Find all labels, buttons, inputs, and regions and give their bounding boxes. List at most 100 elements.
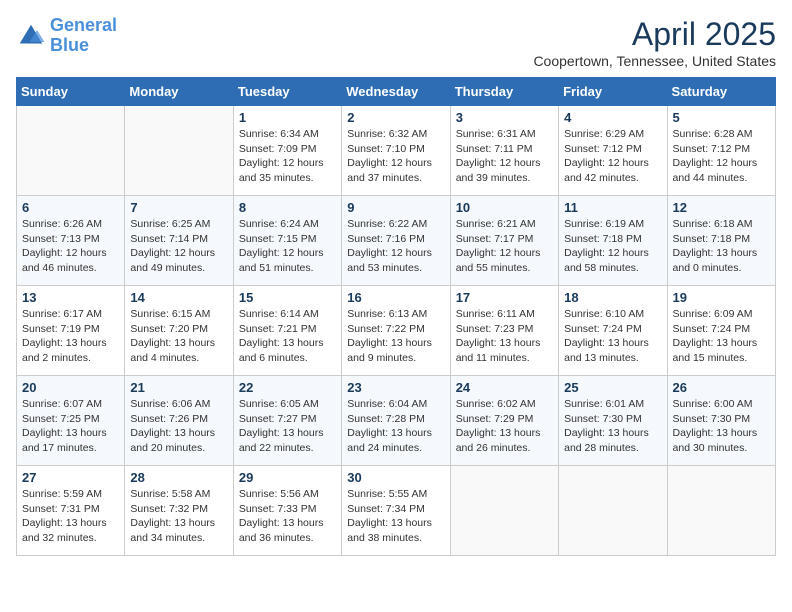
calendar-week-row: 20Sunrise: 6:07 AM Sunset: 7:25 PM Dayli… xyxy=(17,376,776,466)
day-number: 29 xyxy=(239,470,336,485)
day-info: Sunrise: 6:05 AM Sunset: 7:27 PM Dayligh… xyxy=(239,397,336,456)
weekday-header: Sunday xyxy=(17,78,125,106)
logo-text: General Blue xyxy=(50,16,117,56)
day-number: 9 xyxy=(347,200,444,215)
day-number: 23 xyxy=(347,380,444,395)
day-info: Sunrise: 6:01 AM Sunset: 7:30 PM Dayligh… xyxy=(564,397,661,456)
day-number: 10 xyxy=(456,200,553,215)
day-info: Sunrise: 5:59 AM Sunset: 7:31 PM Dayligh… xyxy=(22,487,119,546)
day-info: Sunrise: 6:04 AM Sunset: 7:28 PM Dayligh… xyxy=(347,397,444,456)
day-info: Sunrise: 6:24 AM Sunset: 7:15 PM Dayligh… xyxy=(239,217,336,276)
calendar-cell: 5 Sunrise: 6:28 AM Sunset: 7:12 PM Daylig… xyxy=(667,106,775,196)
day-number: 1 xyxy=(239,110,336,125)
day-number: 7 xyxy=(130,200,227,215)
calendar-cell: 23 Sunrise: 6:04 AM Sunset: 7:28 PM Dayli… xyxy=(342,376,450,466)
logo-line2: Blue xyxy=(50,35,89,55)
day-info: Sunrise: 6:31 AM Sunset: 7:11 PM Dayligh… xyxy=(456,127,553,186)
day-info: Sunrise: 6:22 AM Sunset: 7:16 PM Dayligh… xyxy=(347,217,444,276)
page-header: General Blue April 2025 Coopertown, Tenn… xyxy=(16,16,776,69)
calendar-cell: 11 Sunrise: 6:19 AM Sunset: 7:18 PM Dayli… xyxy=(559,196,667,286)
day-info: Sunrise: 6:29 AM Sunset: 7:12 PM Dayligh… xyxy=(564,127,661,186)
day-number: 2 xyxy=(347,110,444,125)
weekday-header: Saturday xyxy=(667,78,775,106)
day-number: 26 xyxy=(673,380,770,395)
weekday-header: Tuesday xyxy=(233,78,341,106)
calendar-cell: 28 Sunrise: 5:58 AM Sunset: 7:32 PM Dayli… xyxy=(125,466,233,556)
day-info: Sunrise: 6:15 AM Sunset: 7:20 PM Dayligh… xyxy=(130,307,227,366)
day-info: Sunrise: 6:02 AM Sunset: 7:29 PM Dayligh… xyxy=(456,397,553,456)
calendar-cell: 15 Sunrise: 6:14 AM Sunset: 7:21 PM Dayli… xyxy=(233,286,341,376)
day-info: Sunrise: 6:00 AM Sunset: 7:30 PM Dayligh… xyxy=(673,397,770,456)
day-info: Sunrise: 5:55 AM Sunset: 7:34 PM Dayligh… xyxy=(347,487,444,546)
calendar-table: SundayMondayTuesdayWednesdayThursdayFrid… xyxy=(16,77,776,556)
calendar-cell xyxy=(17,106,125,196)
day-info: Sunrise: 6:21 AM Sunset: 7:17 PM Dayligh… xyxy=(456,217,553,276)
calendar-cell: 2Sunrise: 6:32 AM Sunset: 7:10 PM Daylig… xyxy=(342,106,450,196)
calendar-cell: 6 Sunrise: 6:26 AM Sunset: 7:13 PM Daylig… xyxy=(17,196,125,286)
calendar-cell: 27 Sunrise: 5:59 AM Sunset: 7:31 PM Dayli… xyxy=(17,466,125,556)
day-number: 15 xyxy=(239,290,336,305)
day-number: 12 xyxy=(673,200,770,215)
day-number: 8 xyxy=(239,200,336,215)
calendar-cell: 8 Sunrise: 6:24 AM Sunset: 7:15 PM Daylig… xyxy=(233,196,341,286)
calendar-cell xyxy=(667,466,775,556)
calendar-cell: 24 Sunrise: 6:02 AM Sunset: 7:29 PM Dayli… xyxy=(450,376,558,466)
calendar-cell: 9 Sunrise: 6:22 AM Sunset: 7:16 PM Daylig… xyxy=(342,196,450,286)
day-info: Sunrise: 5:58 AM Sunset: 7:32 PM Dayligh… xyxy=(130,487,227,546)
calendar-cell: 12 Sunrise: 6:18 AM Sunset: 7:18 PM Dayli… xyxy=(667,196,775,286)
day-info: Sunrise: 6:06 AM Sunset: 7:26 PM Dayligh… xyxy=(130,397,227,456)
day-info: Sunrise: 6:25 AM Sunset: 7:14 PM Dayligh… xyxy=(130,217,227,276)
day-number: 5 xyxy=(673,110,770,125)
day-number: 24 xyxy=(456,380,553,395)
day-number: 27 xyxy=(22,470,119,485)
calendar-cell: 25 Sunrise: 6:01 AM Sunset: 7:30 PM Dayli… xyxy=(559,376,667,466)
day-info: Sunrise: 6:18 AM Sunset: 7:18 PM Dayligh… xyxy=(673,217,770,276)
day-info: Sunrise: 6:10 AM Sunset: 7:24 PM Dayligh… xyxy=(564,307,661,366)
day-info: Sunrise: 6:19 AM Sunset: 7:18 PM Dayligh… xyxy=(564,217,661,276)
calendar-cell: 21Sunrise: 6:06 AM Sunset: 7:26 PM Dayli… xyxy=(125,376,233,466)
day-info: Sunrise: 6:26 AM Sunset: 7:13 PM Dayligh… xyxy=(22,217,119,276)
calendar-cell: 26 Sunrise: 6:00 AM Sunset: 7:30 PM Dayli… xyxy=(667,376,775,466)
weekday-header: Wednesday xyxy=(342,78,450,106)
day-number: 13 xyxy=(22,290,119,305)
calendar-week-row: 13 Sunrise: 6:17 AM Sunset: 7:19 PM Dayli… xyxy=(17,286,776,376)
day-number: 11 xyxy=(564,200,661,215)
calendar-cell: 19Sunrise: 6:09 AM Sunset: 7:24 PM Dayli… xyxy=(667,286,775,376)
logo-line1: General xyxy=(50,15,117,35)
calendar-week-row: 6 Sunrise: 6:26 AM Sunset: 7:13 PM Daylig… xyxy=(17,196,776,286)
calendar-cell: 3Sunrise: 6:31 AM Sunset: 7:11 PM Daylig… xyxy=(450,106,558,196)
calendar-cell: 1 Sunrise: 6:34 AM Sunset: 7:09 PM Daylig… xyxy=(233,106,341,196)
day-info: Sunrise: 6:28 AM Sunset: 7:12 PM Dayligh… xyxy=(673,127,770,186)
calendar-cell: 10 Sunrise: 6:21 AM Sunset: 7:17 PM Dayli… xyxy=(450,196,558,286)
day-info: Sunrise: 6:11 AM Sunset: 7:23 PM Dayligh… xyxy=(456,307,553,366)
day-info: Sunrise: 6:07 AM Sunset: 7:25 PM Dayligh… xyxy=(22,397,119,456)
day-number: 4 xyxy=(564,110,661,125)
location: Coopertown, Tennessee, United States xyxy=(533,53,776,69)
day-number: 19 xyxy=(673,290,770,305)
weekday-header: Friday xyxy=(559,78,667,106)
day-number: 18 xyxy=(564,290,661,305)
month-title: April 2025 xyxy=(533,16,776,53)
day-number: 30 xyxy=(347,470,444,485)
calendar-week-row: 27 Sunrise: 5:59 AM Sunset: 7:31 PM Dayli… xyxy=(17,466,776,556)
calendar-cell: 14 Sunrise: 6:15 AM Sunset: 7:20 PM Dayli… xyxy=(125,286,233,376)
day-info: Sunrise: 6:14 AM Sunset: 7:21 PM Dayligh… xyxy=(239,307,336,366)
day-info: Sunrise: 6:34 AM Sunset: 7:09 PM Dayligh… xyxy=(239,127,336,186)
calendar-cell xyxy=(559,466,667,556)
weekday-header: Thursday xyxy=(450,78,558,106)
calendar-cell: 13 Sunrise: 6:17 AM Sunset: 7:19 PM Dayli… xyxy=(17,286,125,376)
day-number: 28 xyxy=(130,470,227,485)
day-number: 22 xyxy=(239,380,336,395)
logo-icon xyxy=(16,21,46,51)
calendar-cell: 7 Sunrise: 6:25 AM Sunset: 7:14 PM Daylig… xyxy=(125,196,233,286)
day-number: 25 xyxy=(564,380,661,395)
weekday-header: Monday xyxy=(125,78,233,106)
calendar-cell: 29Sunrise: 5:56 AM Sunset: 7:33 PM Dayli… xyxy=(233,466,341,556)
calendar-cell: 17Sunrise: 6:11 AM Sunset: 7:23 PM Dayli… xyxy=(450,286,558,376)
calendar-cell xyxy=(450,466,558,556)
day-info: Sunrise: 6:17 AM Sunset: 7:19 PM Dayligh… xyxy=(22,307,119,366)
calendar-cell: 18 Sunrise: 6:10 AM Sunset: 7:24 PM Dayli… xyxy=(559,286,667,376)
day-number: 16 xyxy=(347,290,444,305)
day-number: 6 xyxy=(22,200,119,215)
day-number: 14 xyxy=(130,290,227,305)
